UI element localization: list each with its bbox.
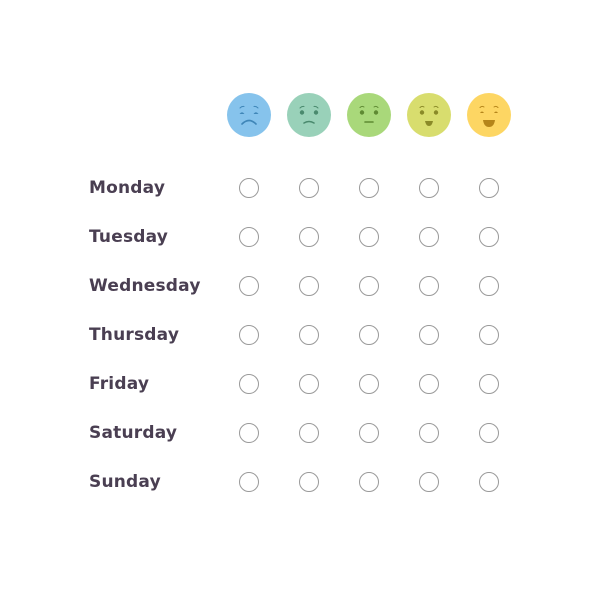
mood-radio-neutral[interactable] xyxy=(359,178,379,198)
mood-radio-neutral[interactable] xyxy=(359,374,379,394)
mood-radio-very-happy[interactable] xyxy=(479,178,499,198)
neutral-face-icon xyxy=(347,93,391,137)
mood-radio-sad[interactable] xyxy=(299,227,319,247)
day-label: Thursday xyxy=(89,325,180,345)
mood-radio-sad[interactable] xyxy=(299,276,319,296)
mood-radio-neutral[interactable] xyxy=(359,276,379,296)
mood-radio-neutral[interactable] xyxy=(359,472,379,492)
day-label: Sunday xyxy=(89,472,161,492)
happy-face-icon xyxy=(407,93,451,137)
mood-radio-very-happy[interactable] xyxy=(479,227,499,247)
mood-radio-very-happy[interactable] xyxy=(479,472,499,492)
mood-radio-neutral[interactable] xyxy=(359,423,379,443)
mood-radio-very-happy[interactable] xyxy=(479,276,499,296)
mood-radio-very-sad[interactable] xyxy=(239,423,259,443)
mood-radio-very-sad[interactable] xyxy=(239,178,259,198)
very-sad-face-icon xyxy=(227,93,271,137)
day-label: Monday xyxy=(89,178,166,198)
mood-radio-very-sad[interactable] xyxy=(239,325,259,345)
day-label: Friday xyxy=(89,374,150,394)
mood-radio-happy[interactable] xyxy=(419,423,439,443)
mood-radio-very-sad[interactable] xyxy=(239,374,259,394)
mood-radio-happy[interactable] xyxy=(419,374,439,394)
mood-radio-happy[interactable] xyxy=(419,472,439,492)
mood-radio-very-happy[interactable] xyxy=(479,325,499,345)
mood-radio-happy[interactable] xyxy=(419,276,439,296)
mood-radio-neutral[interactable] xyxy=(359,227,379,247)
mood-radio-sad[interactable] xyxy=(299,374,319,394)
mood-radio-very-sad[interactable] xyxy=(239,276,259,296)
mood-radio-very-sad[interactable] xyxy=(239,472,259,492)
day-label: Wednesday xyxy=(89,276,201,296)
sad-face-icon xyxy=(287,93,331,137)
mood-radio-sad[interactable] xyxy=(299,178,319,198)
mood-radio-sad[interactable] xyxy=(299,423,319,443)
mood-radio-sad[interactable] xyxy=(299,472,319,492)
day-label: Saturday xyxy=(89,423,178,443)
mood-radio-very-sad[interactable] xyxy=(239,227,259,247)
mood-radio-very-happy[interactable] xyxy=(479,374,499,394)
mood-radio-happy[interactable] xyxy=(419,325,439,345)
mood-radio-sad[interactable] xyxy=(299,325,319,345)
mood-radio-neutral[interactable] xyxy=(359,325,379,345)
mood-radio-very-happy[interactable] xyxy=(479,423,499,443)
day-label: Tuesday xyxy=(89,227,169,247)
mood-radio-happy[interactable] xyxy=(419,178,439,198)
very-happy-face-icon xyxy=(467,93,511,137)
mood-radio-happy[interactable] xyxy=(419,227,439,247)
